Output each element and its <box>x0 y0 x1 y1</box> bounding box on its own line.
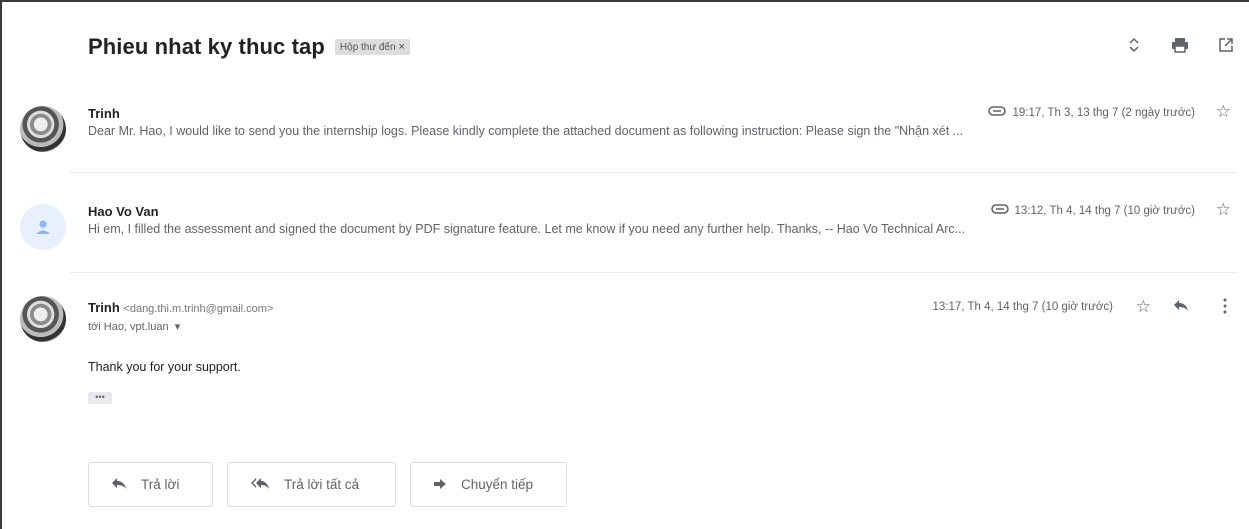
reply-all-icon <box>250 476 270 493</box>
star-icon[interactable]: ☆ <box>1216 201 1231 218</box>
unfold-icon[interactable] <box>1125 36 1143 54</box>
reply-icon[interactable] <box>1173 298 1189 317</box>
message-timestamp: 19:17, Th 3, 13 thg 7 (2 ngày trước) <box>1012 106 1195 119</box>
recipients-text: tới Hao, vpt.luan <box>88 321 169 333</box>
message-snippet: Dear Mr. Hao, I would like to send you t… <box>88 124 964 138</box>
avatar <box>20 106 66 152</box>
label-chip-text: Hộp thư đến <box>339 41 396 53</box>
star-icon[interactable]: ☆ <box>1136 297 1151 317</box>
attachment-icon <box>990 204 1009 217</box>
sender-name: Hao Vo Van <box>88 204 159 219</box>
reply-icon <box>111 476 127 493</box>
forward-button[interactable]: Chuyển tiếp <box>410 462 567 507</box>
attachment-icon <box>988 106 1007 119</box>
message-meta: 19:17, Th 3, 13 thg 7 (2 ngày trước) <box>988 106 1195 119</box>
caret-down-icon: ▾ <box>171 321 181 333</box>
reply-actions: Trả lời Trả lời tất cả Chuyển tiếp <box>88 462 567 507</box>
star-icon[interactable]: ☆ <box>1216 103 1231 120</box>
avatar <box>20 204 66 250</box>
message-timestamp: 13:17, Th 4, 14 thg 7 (10 giờ trước) <box>932 301 1113 313</box>
message-collapsed[interactable]: Hao Vo Van 13:12, Th 4, 14 thg 7 (10 giờ… <box>0 198 1249 268</box>
message-timestamp: 13:12, Th 4, 14 thg 7 (10 giờ trước) <box>1014 204 1195 217</box>
reply-all-label: Trả lời tất cả <box>284 477 360 492</box>
avatar <box>20 296 66 342</box>
thread-header: Phieu nhat ky thuc tap Hộp thư đến × <box>88 34 410 60</box>
divider <box>70 272 1237 273</box>
message-snippet: Hi em, I filled the assessment and signe… <box>88 222 966 236</box>
forward-label: Chuyển tiếp <box>461 477 534 492</box>
show-trimmed-content-button[interactable]: ••• <box>88 392 112 404</box>
message-expanded: Trinh <dang.thi.m.trinh@gmail.com> tới H… <box>0 296 1249 446</box>
reply-button[interactable]: Trả lời <box>88 462 213 507</box>
sender-name: Trinh <box>88 106 120 121</box>
forward-icon <box>433 477 447 493</box>
message-meta: 13:12, Th 4, 14 thg 7 (10 giờ trước) <box>990 204 1195 217</box>
sender-email: <dang.thi.m.trinh@gmail.com> <box>123 303 274 315</box>
more-vert-icon[interactable] <box>1223 298 1227 319</box>
open-in-new-window-icon[interactable] <box>1217 36 1235 54</box>
person-icon <box>36 220 50 234</box>
sender-line: Trinh <dang.thi.m.trinh@gmail.com> <box>88 300 273 315</box>
message-body: Thank you for your support. <box>88 360 241 374</box>
recipients-toggle[interactable]: tới Hao, vpt.luan ▾ <box>88 320 180 333</box>
print-icon[interactable] <box>1171 36 1189 54</box>
sender-name: Trinh <box>88 300 120 315</box>
thread-toolbar <box>1125 36 1235 54</box>
reply-label: Trả lời <box>141 477 180 492</box>
divider <box>70 172 1237 173</box>
message-collapsed[interactable]: Trinh 19:17, Th 3, 13 thg 7 (2 ngày trướ… <box>0 98 1249 168</box>
remove-label-icon[interactable]: × <box>399 41 405 53</box>
thread-subject: Phieu nhat ky thuc tap <box>88 34 325 59</box>
label-chip-inbox[interactable]: Hộp thư đến × <box>334 39 410 55</box>
reply-all-button[interactable]: Trả lời tất cả <box>227 462 396 507</box>
